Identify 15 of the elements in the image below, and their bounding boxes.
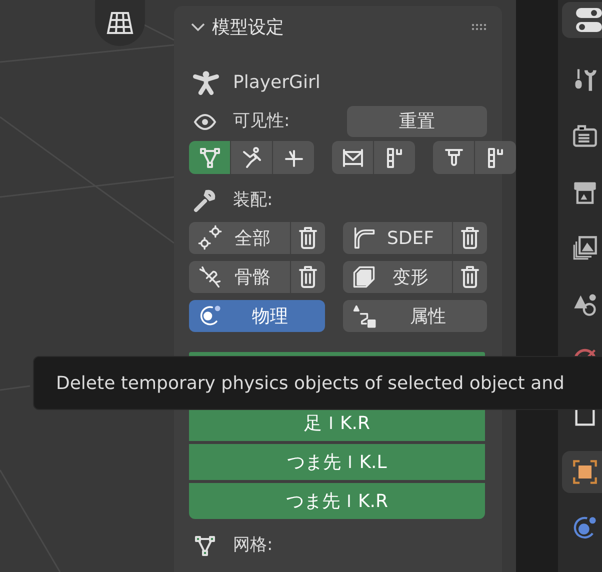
action-button[interactable]: 物理: [189, 300, 325, 332]
section-label: 网格:: [233, 534, 273, 558]
section-label: 装配:: [233, 189, 273, 212]
object-name: PlayerGirl: [233, 70, 320, 94]
section-label: 可见性:: [233, 110, 290, 133]
bone-button[interactable]: つま先ＩK.R: [189, 483, 485, 519]
action-button[interactable]: 骨骼: [189, 261, 290, 293]
bone-button[interactable]: つま先ＩK.L: [189, 444, 485, 480]
tooltip-text: Delete temporary physics objects of selected object and: [56, 372, 564, 396]
action-button[interactable]: 变形: [343, 261, 452, 293]
action-button[interactable]: 全部: [189, 222, 290, 254]
panel-title[interactable]: 模型设定: [212, 14, 284, 40]
action-button[interactable]: 属性: [343, 300, 487, 332]
reset-button[interactable]: 重置: [347, 106, 487, 137]
action-button[interactable]: SDEF: [343, 222, 452, 254]
